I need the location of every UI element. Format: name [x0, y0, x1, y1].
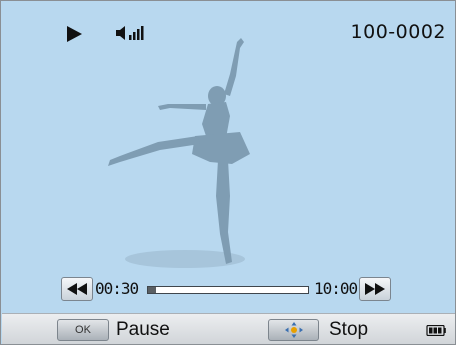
progress-row: 00:30 10:00	[2, 272, 455, 306]
pause-label: Pause	[116, 319, 170, 340]
progress-bar[interactable]	[147, 286, 309, 294]
ballet-dancer-image	[108, 38, 250, 268]
fast-forward-button[interactable]	[359, 277, 391, 301]
stop-label: Stop	[329, 319, 369, 340]
file-number: 100-0002	[350, 21, 446, 43]
playback-area: 100-0002 00:30 10:00	[2, 2, 455, 313]
rewind-icon	[67, 283, 87, 295]
dpad-icon	[284, 322, 303, 338]
elapsed-time: 00:30	[95, 279, 139, 298]
dpad-key-badge[interactable]	[268, 319, 319, 341]
fast-forward-icon	[365, 283, 385, 295]
control-bar: OK Pause Stop	[2, 313, 455, 344]
ok-key-badge[interactable]: OK	[57, 319, 109, 341]
battery-icon	[426, 325, 446, 336]
rewind-button[interactable]	[61, 277, 93, 301]
total-time: 10:00	[314, 279, 358, 298]
progress-fill	[148, 287, 156, 293]
play-icon	[67, 26, 82, 42]
camera-playback-screen: 100-0002 00:30 10:00 OK Pause Stop	[0, 0, 456, 345]
